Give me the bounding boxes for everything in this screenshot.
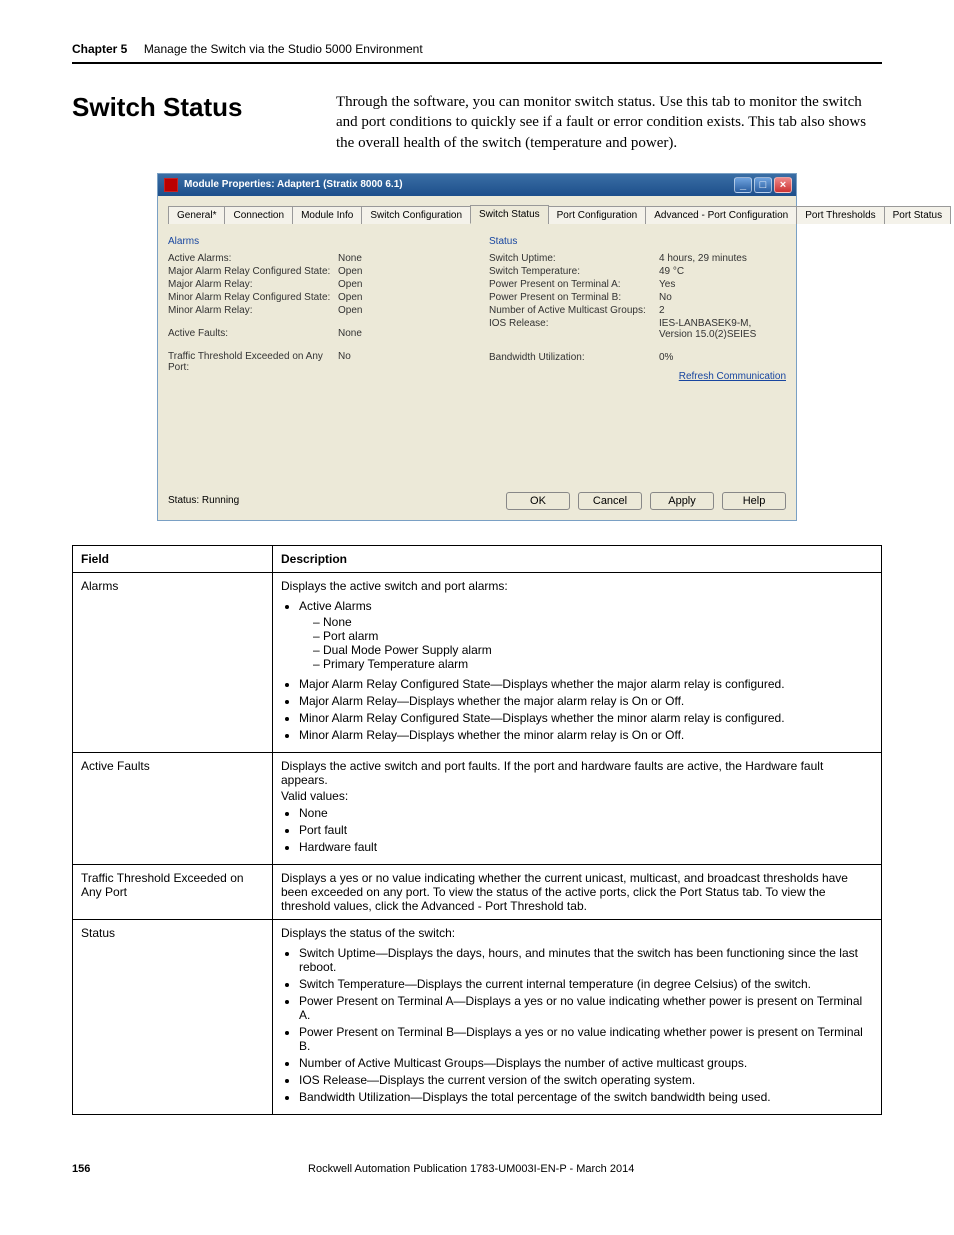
status-running: Status: Running: [168, 495, 239, 506]
close-button[interactable]: ×: [774, 177, 792, 193]
module-properties-window: Module Properties: Adapter1 (Stratix 800…: [157, 173, 797, 521]
titlebar: Module Properties: Adapter1 (Stratix 800…: [158, 174, 796, 196]
chapter-label: Chapter 5: [72, 42, 127, 56]
field-desc: Displays the active switch and port faul…: [273, 752, 882, 864]
field-name: Alarms: [73, 572, 273, 752]
alarm-row: Minor Alarm Relay:Open: [168, 305, 465, 316]
bandwidth-row: Bandwidth Utilization:0%: [489, 352, 786, 363]
intro-paragraph: Through the software, you can monitor sw…: [336, 92, 882, 153]
field-desc: Displays the active switch and port alar…: [273, 572, 882, 752]
field-name: Traffic Threshold Exceeded on Any Port: [73, 864, 273, 919]
tab-switch-status[interactable]: Switch Status: [470, 205, 549, 224]
section-heading: Switch Status: [72, 92, 312, 123]
ok-button[interactable]: OK: [506, 492, 570, 510]
traffic-threshold-row: Traffic Threshold Exceeded on Any Port:N…: [168, 351, 465, 373]
chapter-title: Manage the Switch via the Studio 5000 En…: [144, 42, 423, 56]
help-button[interactable]: Help: [722, 492, 786, 510]
table-row: Active Faults Displays the active switch…: [73, 752, 882, 864]
window-title: Module Properties: Adapter1 (Stratix 800…: [184, 179, 403, 190]
alarm-row: Minor Alarm Relay Configured State:Open: [168, 292, 465, 303]
alarm-row: Active Alarms:None: [168, 253, 465, 264]
tab-switch-configuration[interactable]: Switch Configuration: [361, 206, 471, 224]
publication-line: Rockwell Automation Publication 1783-UM0…: [308, 1163, 634, 1175]
tabstrip: General* Connection Module Info Switch C…: [168, 204, 786, 224]
table-row: Alarms Displays the active switch and po…: [73, 572, 882, 752]
tab-port-status[interactable]: Port Status: [884, 206, 951, 224]
tab-general[interactable]: General*: [168, 206, 225, 224]
status-row: Power Present on Terminal A:Yes: [489, 279, 786, 290]
alarms-header: Alarms: [168, 236, 465, 247]
tab-connection[interactable]: Connection: [224, 206, 293, 224]
chapter-bar: Chapter 5 Manage the Switch via the Stud…: [72, 40, 882, 64]
tab-module-info[interactable]: Module Info: [292, 206, 362, 224]
field-desc: Displays a yes or no value indicating wh…: [273, 864, 882, 919]
field-description-table: Field Description Alarms Displays the ac…: [72, 545, 882, 1115]
alarm-row: Major Alarm Relay:Open: [168, 279, 465, 290]
app-icon: [164, 178, 178, 192]
table-row: Status Displays the status of the switch…: [73, 919, 882, 1114]
col-description: Description: [273, 545, 882, 572]
apply-button[interactable]: Apply: [650, 492, 714, 510]
table-row: Traffic Threshold Exceeded on Any Port D…: [73, 864, 882, 919]
tab-advanced-port-configuration[interactable]: Advanced - Port Configuration: [645, 206, 797, 224]
field-desc: Displays the status of the switch: Switc…: [273, 919, 882, 1114]
alarm-row: Major Alarm Relay Configured State:Open: [168, 266, 465, 277]
field-name: Status: [73, 919, 273, 1114]
status-row: Power Present on Terminal B:No: [489, 292, 786, 303]
field-name: Active Faults: [73, 752, 273, 864]
status-row: Switch Uptime:4 hours, 29 minutes: [489, 253, 786, 264]
status-header: Status: [489, 236, 786, 247]
active-faults-row: Active Faults:None: [168, 328, 465, 339]
minimize-button[interactable]: _: [734, 177, 752, 193]
page-number: 156: [72, 1163, 90, 1175]
status-row: IOS Release:IES-LANBASEK9-M, Version 15.…: [489, 318, 786, 340]
refresh-communication-link[interactable]: Refresh Communication: [679, 371, 786, 382]
maximize-button[interactable]: □: [754, 177, 772, 193]
col-field: Field: [73, 545, 273, 572]
cancel-button[interactable]: Cancel: [578, 492, 642, 510]
status-row: Switch Temperature:49 °C: [489, 266, 786, 277]
tab-port-thresholds[interactable]: Port Thresholds: [796, 206, 884, 224]
status-row: Number of Active Multicast Groups:2: [489, 305, 786, 316]
tab-port-configuration[interactable]: Port Configuration: [548, 206, 647, 224]
